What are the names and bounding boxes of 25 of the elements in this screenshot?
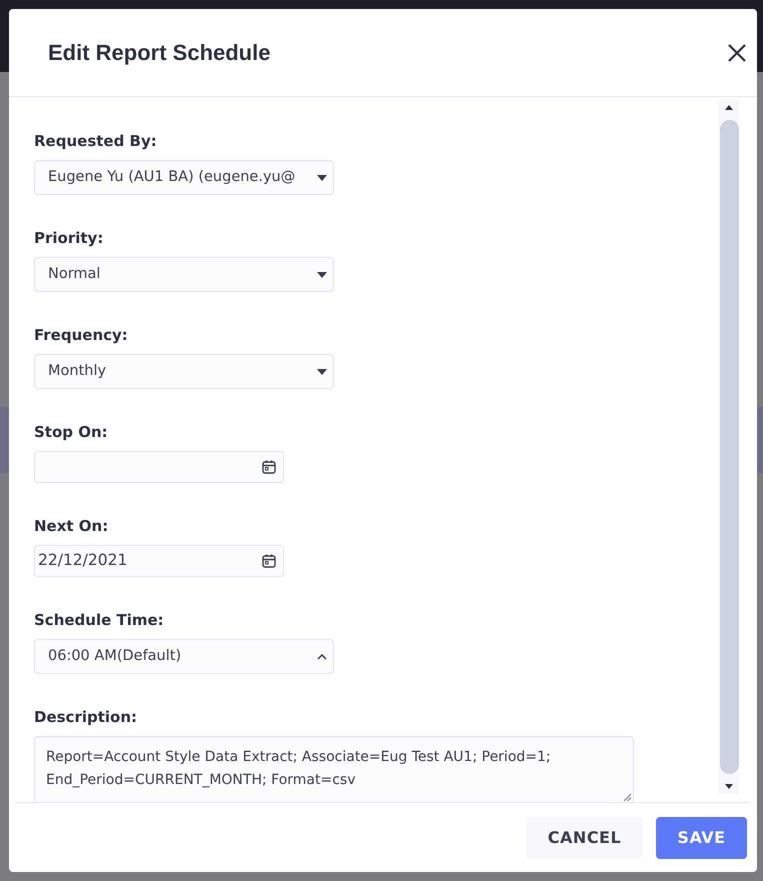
cancel-button[interactable]: CANCEL [526, 816, 643, 858]
date-field[interactable] [34, 451, 284, 483]
select-field[interactable]: Monthly [34, 354, 334, 389]
select-field[interactable]: 06:00 AM(Default) [34, 639, 334, 674]
date-field[interactable]: 22/12/2021 [34, 545, 284, 577]
description-text: Report=Account Style Data Extract; Associate=Eug Test AU1; Period=1; End_Period=CURRENT_MONTH; Format=csv [46, 749, 551, 788]
field-label: Next On: [34, 516, 110, 536]
close-icon [728, 44, 746, 62]
description-field[interactable]: Report=Account Style Data Extract; Associate=Eug Test AU1; Period=1; End_Period=CURRENT_MONTH; Format=csv [34, 736, 634, 802]
select-field[interactable]: Eugene Yu (AU1 BA) (eugene.yu@ [34, 160, 334, 195]
close-button[interactable] [727, 42, 747, 62]
field-label: Priority: [34, 228, 104, 248]
field-label: Stop On: [34, 422, 109, 442]
save-button[interactable]: SAVE [656, 816, 747, 858]
scroll-up-icon[interactable] [725, 105, 733, 110]
resize-grip-icon[interactable] [623, 793, 631, 801]
field-label: Schedule Time: [34, 610, 165, 630]
calendar-icon[interactable] [262, 460, 276, 474]
dialog-title: Edit Report Schedule [48, 39, 270, 67]
calendar-icon[interactable] [262, 554, 276, 568]
field-label: Description: [34, 707, 138, 727]
field-label: Frequency: [34, 325, 129, 345]
field-label: Requested By: [34, 131, 158, 151]
scroll-down-icon[interactable] [725, 784, 733, 789]
select-field[interactable]: Normal [34, 257, 334, 292]
